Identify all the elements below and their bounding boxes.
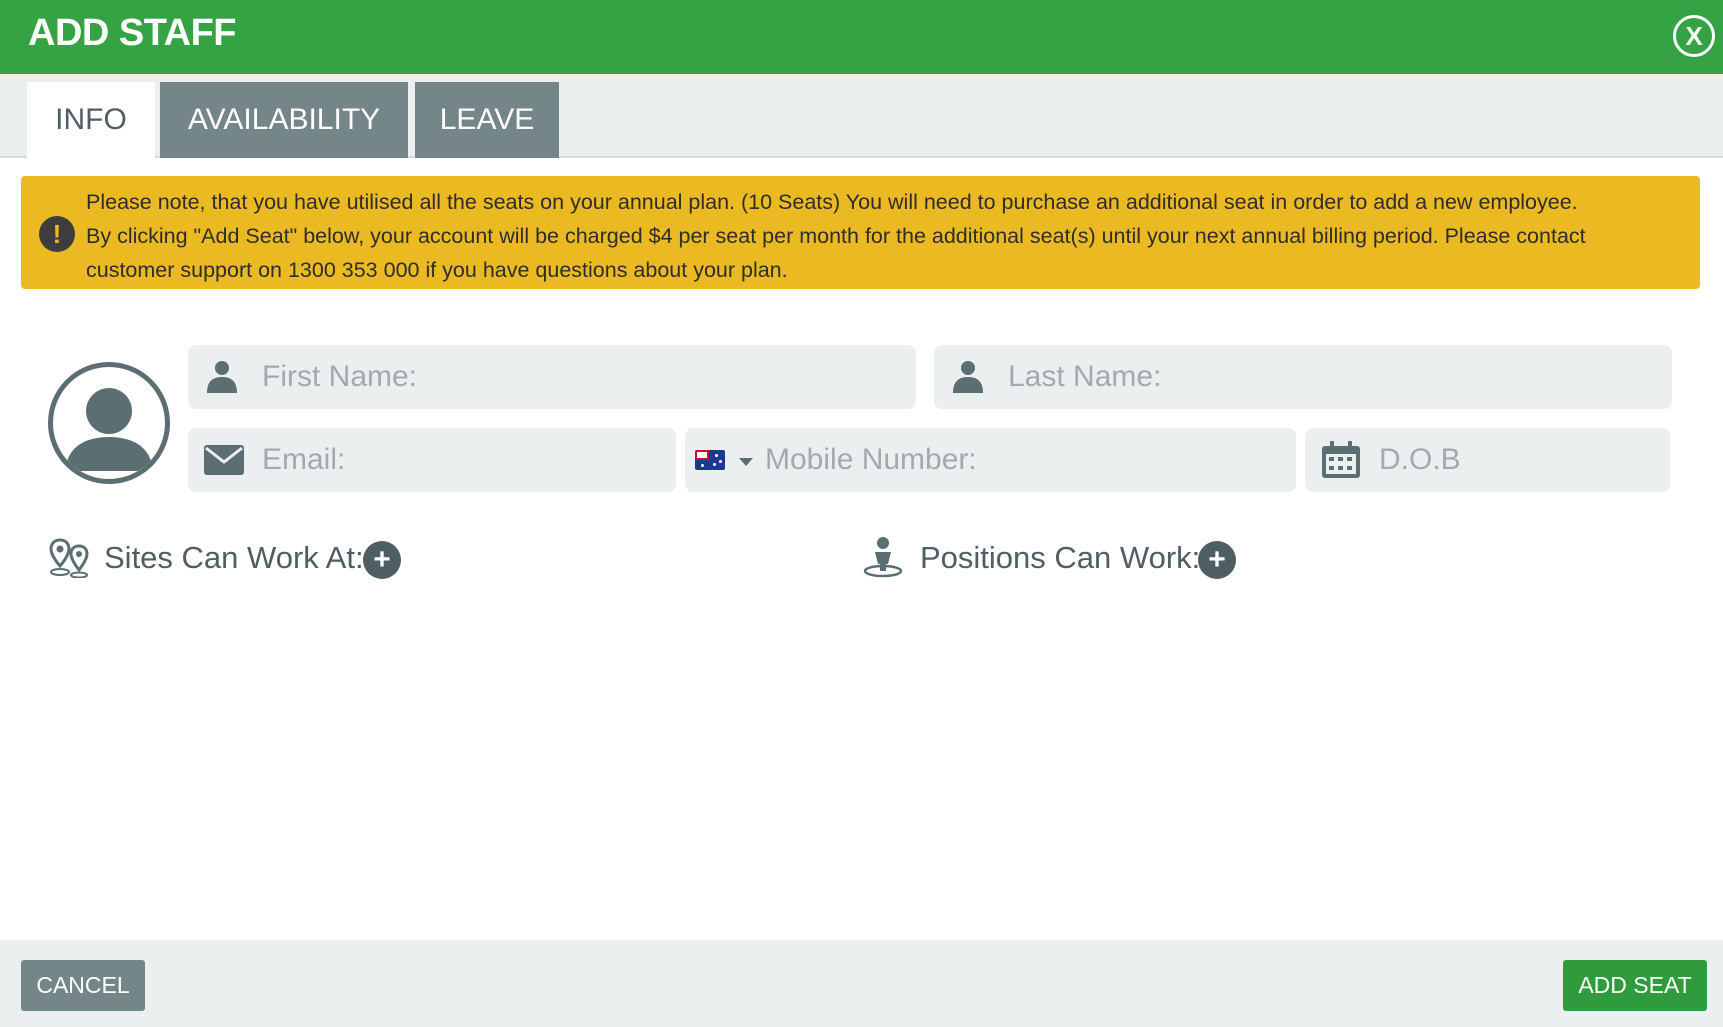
modal-title: ADD STAFF — [28, 12, 237, 54]
notice-text: Please note, that you have utilised all … — [86, 185, 1686, 287]
close-button[interactable]: X — [1673, 15, 1715, 57]
first-name-input[interactable] — [188, 345, 916, 409]
notice-line: customer support on 1300 353 000 if you … — [86, 258, 788, 282]
notice-line: Please note, that you have utilised all … — [86, 190, 1578, 214]
dob-field[interactable] — [1305, 428, 1670, 492]
sites-can-work-label: Sites Can Work At: — [104, 540, 364, 575]
mobile-number-input[interactable] — [685, 428, 1296, 492]
cancel-button[interactable]: CANCEL — [21, 960, 145, 1011]
add-position-button[interactable]: + — [1198, 541, 1236, 579]
add-site-button[interactable]: + — [363, 541, 401, 579]
avatar[interactable] — [48, 362, 170, 484]
tab-bar: INFO AVAILABILITY LEAVE — [0, 74, 1723, 158]
tab-availability[interactable]: AVAILABILITY — [160, 82, 408, 158]
user-silhouette-icon — [65, 388, 153, 471]
last-name-field[interactable] — [934, 345, 1672, 409]
close-icon: X — [1685, 21, 1703, 51]
first-name-field[interactable] — [188, 345, 916, 409]
seat-limit-notice: ! Please note, that you have utilised al… — [21, 176, 1700, 289]
exclamation-icon: ! — [39, 216, 75, 252]
email-field[interactable] — [188, 428, 676, 492]
mobile-number-field[interactable] — [685, 428, 1296, 492]
last-name-input[interactable] — [934, 345, 1672, 409]
tab-leave[interactable]: LEAVE — [415, 82, 559, 158]
dob-input[interactable] — [1305, 428, 1670, 492]
add-seat-button[interactable]: ADD SEAT — [1563, 960, 1707, 1011]
modal-footer: CANCEL ADD SEAT — [0, 940, 1723, 1027]
email-input[interactable] — [188, 428, 676, 492]
map-pins-icon — [49, 538, 89, 578]
tab-info[interactable]: INFO — [27, 82, 155, 158]
positions-can-work-label: Positions Can Work: — [920, 540, 1201, 575]
notice-line: By clicking "Add Seat" below, your accou… — [86, 224, 1586, 248]
position-marker-icon — [863, 537, 903, 578]
modal-header: ADD STAFF X — [0, 0, 1723, 74]
